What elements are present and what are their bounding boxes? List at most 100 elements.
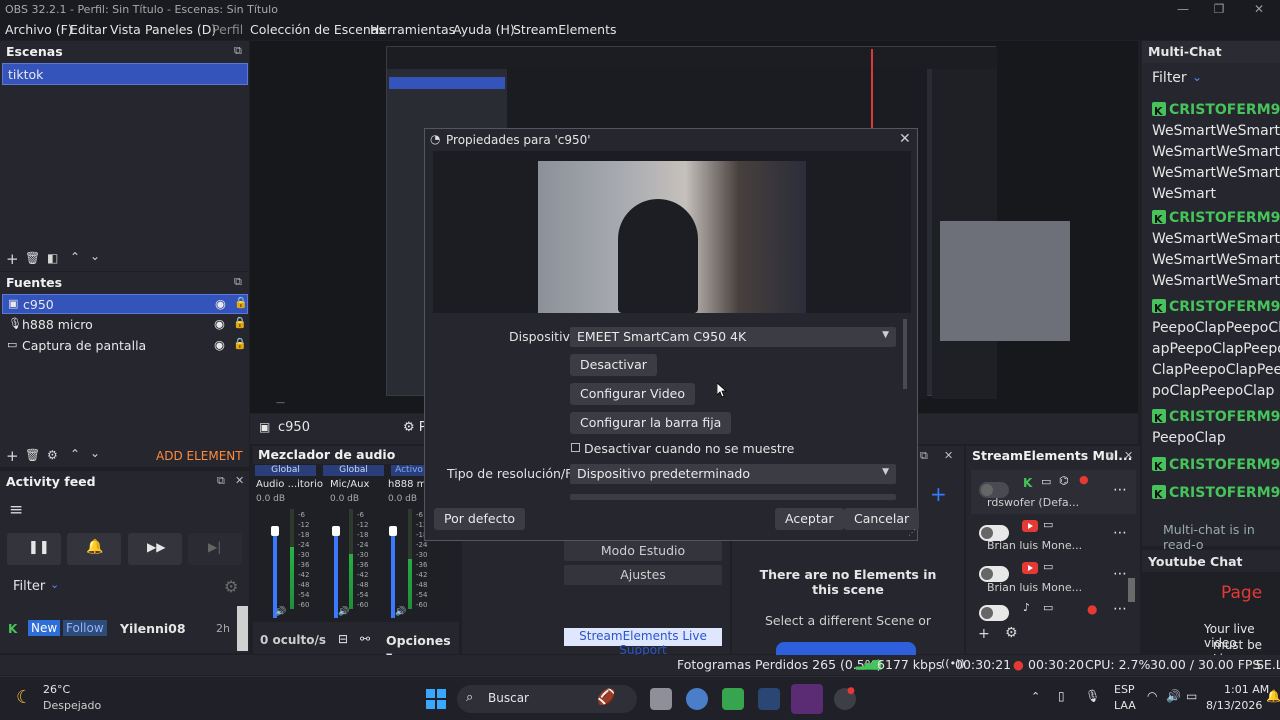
add-element-icon[interactable]: + [930, 482, 947, 506]
filter-scene-icon[interactable]: ◧ [47, 251, 58, 265]
menu-perfil[interactable]: Perfil [212, 22, 243, 37]
add-element-button[interactable]: ADD ELEMENT [156, 449, 243, 463]
gear-icon[interactable]: ⚙ [47, 448, 58, 462]
chat-user[interactable]: CRISTOFERM98: [1169, 299, 1280, 315]
support-link[interactable]: StreamElements Live Support [564, 628, 722, 657]
gear-icon[interactable]: ⚙ [1005, 625, 1018, 641]
resize-grip-icon[interactable]: ⋰ [908, 528, 916, 537]
skip-button[interactable]: ▶▶ [128, 533, 182, 565]
configure-video-button[interactable]: Configurar Video [570, 383, 695, 405]
move-up-icon[interactable]: ⌃ [70, 447, 80, 461]
resolution-combo-partial[interactable] [570, 494, 896, 500]
wifi-icon[interactable]: ◠ [1147, 689, 1157, 703]
layout-icon[interactable]: ⊟ [338, 632, 348, 646]
windows-start-icon[interactable] [426, 689, 446, 709]
minimize-button[interactable]: — [1164, 0, 1202, 20]
configure-bar-button[interactable]: Configurar la barra fija [570, 412, 732, 434]
volume-handle[interactable] [332, 526, 340, 536]
chat-user[interactable]: CRISTOFERM98: [1169, 210, 1280, 226]
accept-button[interactable]: Aceptar [775, 508, 844, 530]
resolution-select[interactable]: Dispositivo predeterminado ▼ [570, 464, 896, 484]
pause-button[interactable]: ❚❚ [7, 533, 61, 565]
settings-button[interactable]: Ajustes [564, 565, 722, 585]
visibility-eye-icon[interactable]: ◉ [215, 296, 226, 311]
scrollbar[interactable] [237, 606, 248, 651]
close-dock-icon[interactable]: ✕ [1124, 449, 1133, 462]
chevron-up-icon[interactable]: ⌃ [1031, 690, 1040, 703]
chat-user[interactable]: CRISTOFERM98: [1169, 102, 1280, 118]
clock-time[interactable]: 1:01 AM [1224, 683, 1269, 696]
device-select[interactable]: EMEET SmartCam C950 4K ▼ [570, 327, 896, 347]
menu-streamelements[interactable]: StreamElements [513, 22, 617, 37]
remove-scene-icon[interactable]: 🗑 [25, 251, 40, 265]
add-stream-icon[interactable]: + [978, 626, 990, 642]
select-scene-button[interactable] [776, 642, 916, 656]
move-down-icon[interactable]: ⌄ [90, 249, 100, 263]
scrollbar[interactable] [903, 319, 907, 389]
usb-icon[interactable]: ▯ [1058, 689, 1065, 703]
deactivate-button[interactable]: Desactivar [570, 354, 657, 376]
skip-end-button[interactable]: ▶| [188, 533, 242, 565]
speaker-icon[interactable]: 🔊 [275, 607, 286, 617]
link-icon[interactable]: ⚯ [360, 632, 370, 646]
activity-user[interactable]: Yilenni08 [120, 621, 186, 636]
weather-temp[interactable]: 26°C [43, 683, 70, 696]
float-dock-icon[interactable]: ⧉ [234, 275, 242, 289]
nvidia-icon[interactable] [722, 688, 744, 710]
gear-icon[interactable]: ⚙ [224, 577, 238, 596]
deactivate-hidden-checkbox[interactable] [571, 443, 580, 452]
language-1[interactable]: ESP [1114, 683, 1135, 696]
speaker-icon[interactable]: 🔊 [395, 607, 406, 617]
more-icon[interactable]: ⋯ [1113, 601, 1127, 617]
float-dock-icon[interactable]: ⧉ [1106, 449, 1114, 463]
battery-icon[interactable]: ▭ [1186, 689, 1197, 703]
volume-handle[interactable] [271, 526, 279, 536]
steam-icon[interactable] [758, 688, 780, 710]
menu-paneles[interactable]: Paneles (D) [145, 22, 216, 37]
hamburger-menu-icon[interactable]: ≡ [9, 500, 23, 520]
notification-bell-icon[interactable]: 🔔 [1266, 689, 1280, 703]
move-down-icon[interactable]: ⌄ [90, 446, 100, 460]
studio-mode-button[interactable]: Modo Estudio [564, 541, 722, 561]
add-scene-icon[interactable]: + [6, 250, 19, 268]
menu-editar[interactable]: Editar [70, 22, 107, 37]
speaker-icon[interactable]: 🔊 [338, 607, 349, 617]
close-dock-icon[interactable]: ✕ [235, 474, 244, 487]
lock-icon[interactable]: 🔒 [234, 296, 248, 309]
lock-icon[interactable]: 🔒 [233, 316, 247, 329]
maximize-button[interactable]: ❐ [1200, 0, 1238, 20]
menu-vista[interactable]: Vista [110, 22, 141, 37]
cancel-button[interactable]: Cancelar [844, 508, 920, 530]
stream-toggle[interactable] [979, 566, 1009, 582]
chat-filter[interactable]: Filter [1152, 70, 1187, 86]
move-up-icon[interactable]: ⌃ [70, 250, 80, 264]
volume-handle[interactable] [389, 526, 397, 536]
chat-user[interactable]: CRISTOFERM98: V [1169, 485, 1280, 501]
add-source-icon[interactable]: + [6, 447, 19, 465]
chat-user[interactable]: CRISTOFERM98: V [1169, 457, 1280, 473]
remove-source-icon[interactable]: 🗑 [25, 448, 40, 462]
more-icon[interactable]: ⋯ [1113, 566, 1127, 582]
chevron-down-icon[interactable]: ⌄ [50, 578, 59, 591]
chevron-down-icon[interactable]: ⌄ [1192, 70, 1202, 84]
volume-slider[interactable] [334, 526, 338, 618]
source-item-captura[interactable]: ▭ Captura de pantalla ◉ 🔒 [2, 336, 248, 356]
menu-archivo[interactable]: Archivo (F) [5, 22, 73, 37]
volume-icon[interactable]: 🔊 [1166, 689, 1181, 703]
scrollbar[interactable] [1128, 578, 1135, 602]
menu-ayuda[interactable]: Ayuda (H) [453, 22, 515, 37]
more-icon[interactable]: ⋯ [1113, 525, 1127, 541]
search-box[interactable]: ⌕ Buscar 🏈 [457, 685, 637, 713]
float-dock-icon[interactable]: ⧉ [217, 474, 225, 488]
close-dialog-button[interactable]: ✕ [899, 131, 911, 147]
float-dock-icon[interactable]: ⧉ [920, 449, 928, 463]
app-icon-active[interactable] [791, 684, 823, 714]
volume-slider[interactable] [273, 526, 277, 618]
mic-icon[interactable]: 🎙 [1085, 689, 1100, 703]
close-dock-icon[interactable]: ✕ [944, 449, 953, 462]
volume-slider[interactable] [391, 526, 395, 618]
lock-icon[interactable]: 🔒 [233, 337, 247, 350]
more-icon[interactable]: ⋯ [1113, 482, 1127, 498]
visibility-eye-icon[interactable]: ◉ [214, 337, 225, 352]
settings-gear-icon[interactable] [686, 688, 708, 710]
